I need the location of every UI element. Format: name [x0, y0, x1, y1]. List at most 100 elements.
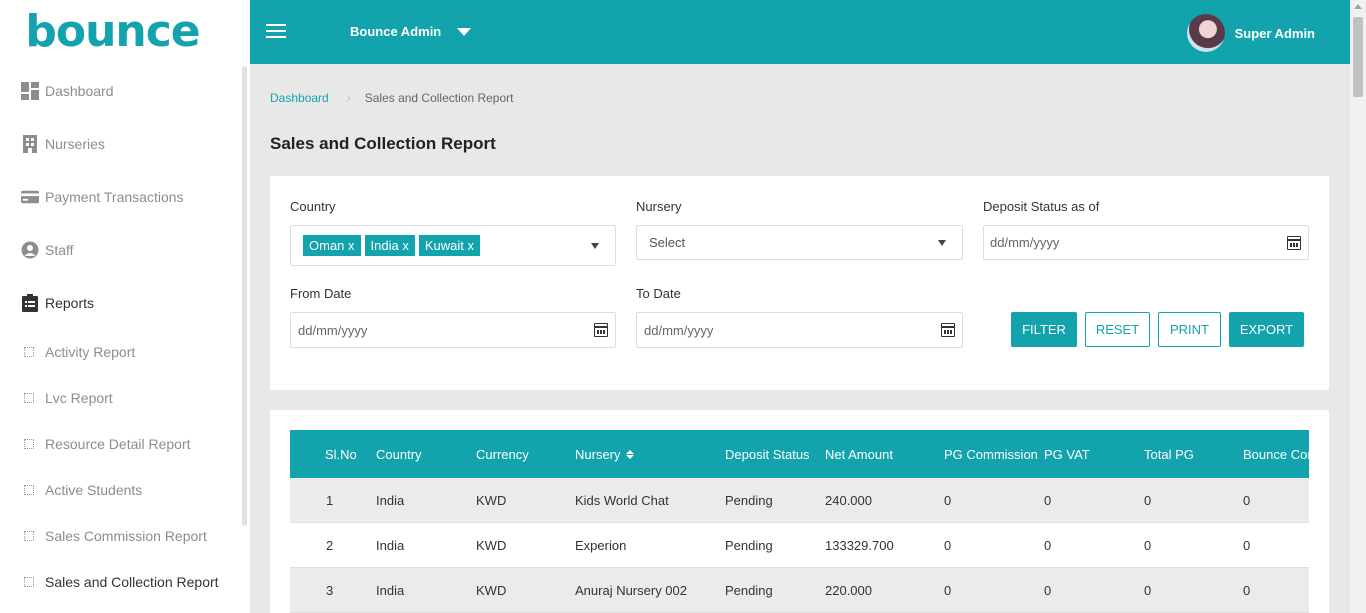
cell-pg-vat: 0: [1044, 537, 1052, 553]
chevron-down-icon: [457, 27, 472, 36]
column-header-nursery[interactable]: Nursery: [575, 430, 634, 478]
sidebar-item-lvc-report[interactable]: Lvc Report: [0, 375, 240, 421]
menu-icon[interactable]: [266, 24, 286, 40]
reset-button[interactable]: RESET: [1085, 312, 1150, 347]
report-table: Sl.No Country Currency Nursery Deposit S…: [290, 430, 1309, 613]
from-date-input[interactable]: dd/mm/yyyy: [290, 312, 616, 348]
sidebar-item-label: Sales and Collection Report: [45, 574, 219, 590]
dropdown-arrow-icon: [938, 239, 946, 246]
sidebar-item-dashboard[interactable]: Dashboard: [0, 64, 240, 117]
logo[interactable]: bounce: [0, 0, 250, 64]
cell-total-pg: 0: [1144, 492, 1152, 508]
from-date-placeholder: dd/mm/yyyy: [298, 322, 368, 338]
sort-icon[interactable]: [625, 449, 634, 459]
sidebar-item-label: Active Students: [45, 482, 143, 498]
cell-pg-vat: 0: [1044, 582, 1052, 598]
sidebar-item-staff[interactable]: Staff: [0, 223, 240, 276]
column-header-pg-vat: PG VAT: [1044, 446, 1090, 462]
country-tag[interactable]: Oman x: [303, 235, 361, 256]
dashboard-icon: [21, 81, 39, 100]
cell-net-amount: 240.000: [825, 492, 872, 508]
sidebar-item-reports[interactable]: Reports: [0, 276, 240, 329]
sidebar: bounce Dashboard Nurseries Payment Trans…: [0, 0, 250, 613]
scroll-thumb[interactable]: [1353, 17, 1363, 97]
sidebar-item-sales-commission-report[interactable]: Sales Commission Report: [0, 513, 240, 559]
column-header-bounce-commission: Bounce Com: [1243, 446, 1309, 462]
column-header-label: Nursery: [575, 446, 621, 462]
to-date-label: To Date: [636, 286, 681, 301]
sidebar-scrollbar[interactable]: [242, 66, 247, 526]
logo-text: bounce: [25, 6, 200, 57]
breadcrumb-home-link[interactable]: Dashboard: [270, 91, 329, 105]
column-header-total-pg: Total PG: [1144, 446, 1194, 462]
print-button[interactable]: PRINT: [1158, 312, 1221, 347]
sidebar-item-sales-and-collection-report[interactable]: Sales and Collection Report: [0, 559, 240, 605]
sidebar-item-label: Staff: [45, 241, 74, 258]
cell-currency: KWD: [476, 492, 507, 508]
page-scrollbar[interactable]: [1350, 0, 1366, 613]
filter-panel: Country Oman x India x Kuwait x Nursery …: [270, 176, 1329, 390]
to-date-input[interactable]: dd/mm/yyyy: [636, 312, 963, 348]
breadcrumb-current: Sales and Collection Report: [364, 91, 514, 105]
cell-deposit-status: Pending: [725, 492, 773, 508]
nursery-select[interactable]: Select: [636, 225, 963, 260]
country-tag[interactable]: Kuwait x: [418, 235, 480, 256]
table-row: 1 India KWD Kids World Chat Pending 240.…: [290, 478, 1309, 523]
sidebar-item-payment-transactions[interactable]: Payment Transactions: [0, 170, 240, 223]
checkbox-icon: [24, 485, 34, 495]
nursery-select-value: Select: [649, 235, 686, 250]
sidebar-item-activity-report[interactable]: Activity Report: [0, 329, 240, 375]
sidebar-item-label: Reports: [45, 294, 95, 311]
cell-pg-commission: 0: [944, 492, 952, 508]
avatar: [1186, 14, 1225, 52]
sidebar-item-active-students[interactable]: Active Students: [0, 467, 240, 513]
country-tag[interactable]: India x: [364, 235, 415, 256]
cell-total-pg: 0: [1144, 582, 1152, 598]
sidebar-item-label: Lvc Report: [45, 390, 113, 406]
column-header-currency: Currency: [476, 446, 529, 462]
cell-pg-vat: 0: [1044, 492, 1052, 508]
calendar-icon[interactable]: [941, 323, 955, 337]
cell-net-amount: 133329.700: [825, 537, 894, 553]
nursery-label: Nursery: [636, 199, 682, 214]
cell-pg-commission: 0: [944, 582, 952, 598]
calendar-icon[interactable]: [1287, 235, 1301, 250]
cell-currency: KWD: [476, 537, 507, 553]
sidebar-item-label: Dashboard: [45, 82, 114, 99]
page-title: Sales and Collection Report: [270, 134, 496, 153]
admin-selector[interactable]: Bounce Admin: [350, 24, 472, 39]
sidebar-item-nurseries[interactable]: Nurseries: [0, 117, 240, 170]
user-icon: [21, 241, 39, 259]
column-header-deposit-status: Deposit Status: [725, 446, 810, 462]
cell-net-amount: 220.000: [825, 582, 872, 598]
deposit-status-label: Deposit Status as of: [983, 199, 1100, 214]
calendar-icon[interactable]: [594, 323, 608, 337]
table-row: 2 India KWD Experion Pending 133329.700 …: [290, 523, 1309, 568]
checkbox-icon: [24, 531, 34, 541]
to-date-placeholder: dd/mm/yyyy: [644, 322, 714, 338]
top-header: Bounce Admin Super Admin: [250, 0, 1350, 64]
country-multiselect[interactable]: Oman x India x Kuwait x: [290, 225, 616, 266]
sidebar-item-label: Activity Report: [45, 344, 136, 360]
cell-slno: 3: [326, 582, 334, 598]
deposit-status-date-input[interactable]: dd/mm/yyyy: [983, 225, 1309, 260]
sidebar-item-label: Sales Commission Report: [45, 528, 207, 544]
credit-card-icon: [21, 188, 39, 206]
country-label: Country: [290, 199, 336, 214]
cell-country: India: [376, 537, 405, 553]
user-menu[interactable]: Super Admin: [1186, 14, 1315, 52]
column-header-slno: Sl.No: [325, 446, 357, 462]
checkbox-icon: [24, 393, 34, 403]
filter-button[interactable]: FILTER: [1011, 312, 1077, 347]
cell-nursery: Anuraj Nursery 002: [575, 582, 687, 598]
checkbox-icon: [24, 439, 34, 449]
clipboard-icon: [21, 293, 39, 312]
sidebar-item-resource-detail-report[interactable]: Resource Detail Report: [0, 421, 240, 467]
scroll-up-icon[interactable]: [1354, 4, 1362, 9]
dropdown-arrow-icon: [591, 242, 599, 249]
export-button[interactable]: EXPORT: [1229, 312, 1304, 347]
sidebar-item-label: Resource Detail Report: [45, 436, 191, 452]
checkbox-icon: [24, 347, 34, 357]
cell-bounce-commission: 0: [1243, 537, 1251, 553]
chevron-right-icon: ›: [346, 91, 351, 105]
